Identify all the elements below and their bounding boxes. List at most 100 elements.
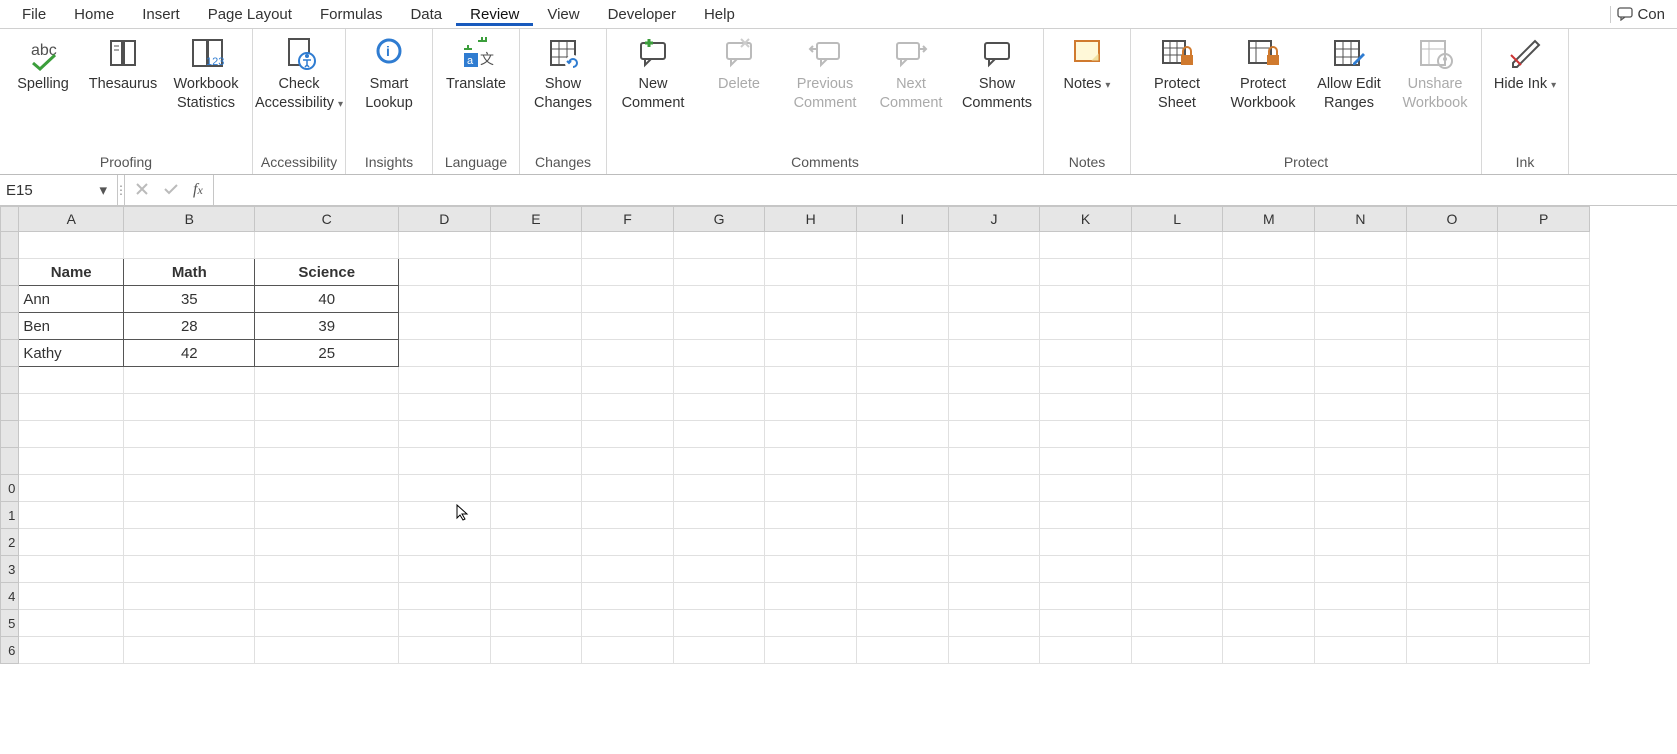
cell-E9[interactable] [490,448,582,475]
cell-B10[interactable] [124,475,255,502]
cell-E1[interactable] [490,232,582,259]
name-box[interactable]: E15 ▾ [0,175,118,205]
cell-C12[interactable] [255,529,399,556]
smart-lookup-button[interactable]: iSmart Lookup [349,33,429,115]
cell-O8[interactable] [1406,421,1498,448]
cell-B14[interactable] [124,583,255,610]
cell-C7[interactable] [255,394,399,421]
col-header-H[interactable]: H [765,207,857,232]
cell-A12[interactable] [19,529,124,556]
cell-L13[interactable] [1131,556,1223,583]
cell-H10[interactable] [765,475,857,502]
cell-J9[interactable] [948,448,1040,475]
col-header-E[interactable]: E [490,207,582,232]
cell-G2[interactable] [673,259,765,286]
cell-L6[interactable] [1131,367,1223,394]
row-header-5[interactable] [1,340,19,367]
workbook-statistics-button[interactable]: 123Workbook Statistics [163,33,249,115]
hide-ink-button[interactable]: Hide Ink▾ [1485,33,1565,96]
cell-P13[interactable] [1498,556,1590,583]
menu-view[interactable]: View [533,3,593,26]
cell-P6[interactable] [1498,367,1590,394]
menu-review[interactable]: Review [456,3,533,26]
cell-H11[interactable] [765,502,857,529]
cell-F1[interactable] [582,232,674,259]
cell-E15[interactable] [490,610,582,637]
cell-M7[interactable] [1223,394,1315,421]
cell-J13[interactable] [948,556,1040,583]
cell-D4[interactable] [398,313,490,340]
cell-I9[interactable] [857,448,949,475]
cell-L1[interactable] [1131,232,1223,259]
cell-C11[interactable] [255,502,399,529]
col-header-N[interactable]: N [1315,207,1407,232]
cell-F3[interactable] [582,286,674,313]
cell-A8[interactable] [19,421,124,448]
cell-B4[interactable]: 28 [124,313,255,340]
cell-D3[interactable] [398,286,490,313]
row-header-12[interactable]: 2 [1,529,19,556]
cell-L2[interactable] [1131,259,1223,286]
cell-B15[interactable] [124,610,255,637]
col-header-D[interactable]: D [398,207,490,232]
show-changes-button[interactable]: Show Changes [523,33,603,115]
row-header-9[interactable] [1,448,19,475]
cell-C15[interactable] [255,610,399,637]
cell-C14[interactable] [255,583,399,610]
cell-E14[interactable] [490,583,582,610]
cell-P12[interactable] [1498,529,1590,556]
cell-K16[interactable] [1040,637,1132,664]
menu-data[interactable]: Data [396,3,456,26]
cell-K5[interactable] [1040,340,1132,367]
cell-G10[interactable] [673,475,765,502]
cell-K10[interactable] [1040,475,1132,502]
cell-E8[interactable] [490,421,582,448]
cell-O16[interactable] [1406,637,1498,664]
cell-K15[interactable] [1040,610,1132,637]
cell-G14[interactable] [673,583,765,610]
cell-P15[interactable] [1498,610,1590,637]
cell-C2[interactable]: Science [255,259,399,286]
cell-C10[interactable] [255,475,399,502]
cell-B12[interactable] [124,529,255,556]
cell-K6[interactable] [1040,367,1132,394]
cell-D6[interactable] [398,367,490,394]
cell-K8[interactable] [1040,421,1132,448]
cell-K4[interactable] [1040,313,1132,340]
cell-H14[interactable] [765,583,857,610]
cell-C8[interactable] [255,421,399,448]
cell-G7[interactable] [673,394,765,421]
cell-H16[interactable] [765,637,857,664]
cell-E5[interactable] [490,340,582,367]
cell-C5[interactable]: 25 [255,340,399,367]
cell-D8[interactable] [398,421,490,448]
menu-page-layout[interactable]: Page Layout [194,3,306,26]
select-all-corner[interactable] [1,207,19,232]
cell-E2[interactable] [490,259,582,286]
cell-A11[interactable] [19,502,124,529]
cell-D9[interactable] [398,448,490,475]
cell-C4[interactable]: 39 [255,313,399,340]
cell-N15[interactable] [1315,610,1407,637]
col-header-C[interactable]: C [255,207,399,232]
cell-A16[interactable] [19,637,124,664]
cell-C13[interactable] [255,556,399,583]
cell-I11[interactable] [857,502,949,529]
cell-O2[interactable] [1406,259,1498,286]
cell-N14[interactable] [1315,583,1407,610]
cell-B8[interactable] [124,421,255,448]
cell-F13[interactable] [582,556,674,583]
menu-developer[interactable]: Developer [594,3,690,26]
cell-K1[interactable] [1040,232,1132,259]
spelling-button[interactable]: abcSpelling [3,33,83,96]
cell-L11[interactable] [1131,502,1223,529]
cell-J2[interactable] [948,259,1040,286]
row-header-1[interactable] [1,232,19,259]
cell-P4[interactable] [1498,313,1590,340]
cell-A3[interactable]: Ann [19,286,124,313]
cell-G6[interactable] [673,367,765,394]
menu-insert[interactable]: Insert [128,3,194,26]
cell-H13[interactable] [765,556,857,583]
cell-M8[interactable] [1223,421,1315,448]
row-header-7[interactable] [1,394,19,421]
